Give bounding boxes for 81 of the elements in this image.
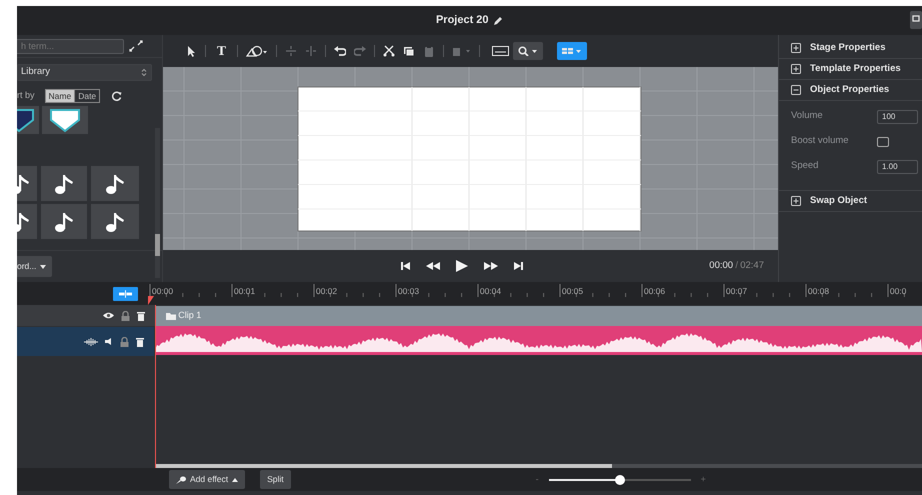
scissors-icon[interactable] (382, 45, 395, 57)
number-field[interactable]: 100 (877, 110, 918, 124)
time-label: 00:06 (644, 286, 666, 296)
lock-icon[interactable] (121, 310, 130, 320)
expand-icon[interactable] (791, 196, 801, 206)
text-tool[interactable]: T (214, 44, 229, 58)
rewind-icon[interactable] (426, 261, 440, 271)
section-header[interactable]: Template Properties (810, 62, 901, 76)
skip-end-icon[interactable] (514, 261, 523, 271)
layout-button[interactable] (556, 42, 587, 60)
expand-icon[interactable] (791, 43, 801, 53)
caption-icon[interactable] (492, 45, 509, 57)
section-header[interactable]: Swap Object (810, 194, 868, 208)
time-label: 00:08 (808, 286, 830, 296)
field-label: Volume (791, 109, 823, 124)
number-field[interactable]: 1.00 (877, 160, 918, 174)
search-icon (518, 46, 538, 56)
time-label: 00:0 (890, 286, 906, 296)
pointer-icon[interactable] (185, 45, 197, 57)
trash-icon[interactable] (136, 336, 144, 346)
source-select[interactable]: Library (17, 64, 152, 81)
time-label: 00:03 (398, 286, 420, 296)
split-button[interactable]: Split (260, 470, 291, 489)
zoom-in-label: + (700, 472, 706, 486)
updown-icon (141, 68, 147, 77)
waveform-icon[interactable] (84, 338, 98, 346)
effect-wand-icon (176, 476, 186, 484)
skip-start-icon[interactable] (401, 261, 410, 271)
shape-icon[interactable] (246, 45, 268, 57)
music-note-icon[interactable] (54, 172, 74, 194)
sort-label: rt by (17, 89, 35, 102)
snap-icon (118, 290, 132, 298)
logo-drawing[interactable] (48, 107, 82, 133)
lock-icon[interactable] (120, 336, 129, 346)
trash-icon[interactable] (137, 310, 145, 320)
sort-dropdown-button[interactable]: ord... (17, 256, 52, 277)
add-effect-button[interactable]: Add effect (169, 470, 246, 489)
snap-button[interactable] (112, 287, 138, 301)
play-icon[interactable] (456, 260, 468, 272)
time-separator: / (735, 258, 738, 273)
current-time: 00:00 (709, 258, 734, 273)
grid-icon (562, 47, 582, 55)
eye-icon[interactable] (103, 312, 114, 319)
stage-canvas-drawing[interactable] (163, 67, 778, 250)
scrollbar[interactable] (155, 128, 160, 278)
time-label: 00:05 (562, 286, 584, 296)
clip-label: Clip 1 (178, 309, 202, 322)
pencil-icon[interactable] (493, 16, 504, 26)
time-label: 00:01 (234, 286, 256, 296)
audio-waveform-drawing[interactable] (155, 326, 922, 355)
time-label: 00:00 (152, 286, 174, 296)
section-header[interactable]: Object Properties (810, 82, 890, 98)
time-label: 00:02 (316, 286, 338, 296)
undo-icon[interactable] (334, 45, 346, 57)
expand-icon[interactable] (791, 64, 801, 74)
time-label: 00:07 (726, 286, 748, 296)
copy-icon[interactable] (402, 45, 415, 57)
fast-forward-icon[interactable] (484, 261, 498, 271)
speaker-icon[interactable] (105, 338, 113, 345)
project-title: Project 20 (436, 13, 489, 28)
zoom-button[interactable] (512, 42, 543, 60)
slider-thumb[interactable] (614, 474, 625, 484)
time-label: 00:04 (480, 286, 502, 296)
collapse-icon[interactable] (791, 85, 801, 95)
music-note-icon[interactable] (105, 210, 125, 232)
sort-option[interactable]: Name (46, 90, 74, 102)
field-label: Speed (791, 159, 818, 174)
refresh-icon[interactable] (112, 91, 122, 101)
music-note-icon[interactable] (54, 210, 74, 232)
caret-icon (232, 478, 238, 482)
search-field[interactable]: h term... (17, 38, 124, 54)
checkbox[interactable] (877, 136, 889, 146)
section-header[interactable]: Stage Properties (810, 40, 886, 56)
zoom-out-label: - (536, 472, 539, 486)
caret-icon (40, 264, 46, 268)
monitor-icon[interactable] (910, 11, 922, 29)
total-time: 02:47 (740, 258, 764, 273)
folder-icon (166, 312, 176, 320)
expand-icon[interactable] (128, 40, 142, 52)
field-label: Boost volume (791, 134, 849, 148)
music-note-icon[interactable] (105, 172, 125, 194)
